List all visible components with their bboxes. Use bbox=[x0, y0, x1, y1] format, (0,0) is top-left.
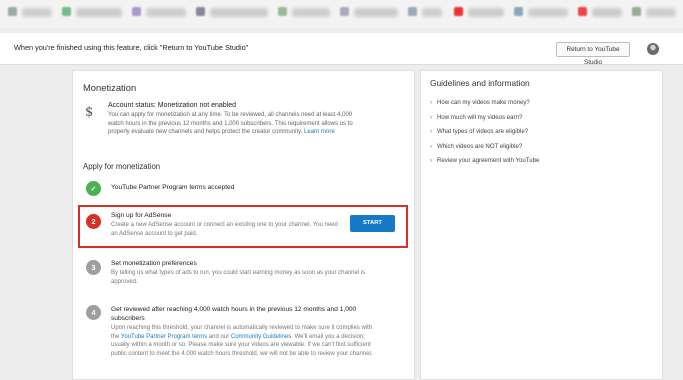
guideline-item-label: How much will my videos earn? bbox=[437, 113, 523, 121]
bookmark-favicon-icon bbox=[8, 7, 17, 16]
start-adsense-button[interactable]: START bbox=[350, 215, 395, 232]
bookmark-item[interactable] bbox=[292, 8, 330, 17]
step-complete-check-icon: ✓ bbox=[86, 181, 101, 196]
chevron-right-icon: › bbox=[430, 142, 433, 150]
bookmark-favicon-icon bbox=[340, 7, 349, 16]
guidelines-title: Guidelines and information bbox=[430, 78, 530, 88]
bookmark-item[interactable] bbox=[468, 8, 504, 17]
bookmark-favicon-icon bbox=[278, 7, 287, 16]
guidelines-list: › How can my videos make money? › How much… bbox=[430, 98, 539, 171]
bookmark-item[interactable] bbox=[210, 8, 268, 17]
partner-program-terms-link[interactable]: YouTube Partner Program terms bbox=[121, 334, 207, 340]
guideline-item[interactable]: › How can my videos make money? bbox=[430, 98, 539, 113]
return-to-studio-button[interactable]: Return to YouTube Studio bbox=[556, 42, 630, 66]
bookmark-item[interactable] bbox=[646, 8, 676, 17]
step-3-description: By telling us what types of ads to run, … bbox=[111, 270, 366, 285]
bookmark-item[interactable] bbox=[76, 8, 122, 17]
bookmark-item[interactable] bbox=[528, 8, 568, 17]
bookmarks-bar bbox=[0, 0, 683, 28]
guideline-item[interactable]: › How much will my videos earn? bbox=[430, 113, 539, 128]
bookmark-favicon-icon bbox=[514, 7, 523, 16]
youtube-favicon-icon bbox=[454, 7, 463, 16]
bookmark-favicon-icon bbox=[196, 7, 205, 16]
bookmark-favicon-icon bbox=[578, 7, 587, 16]
step-4-title: Get reviewed after reaching 4,000 watch … bbox=[111, 306, 357, 322]
guideline-item[interactable]: › Review your agreement with YouTube bbox=[430, 156, 539, 171]
guideline-item-label: What types of videos are eligible? bbox=[437, 128, 529, 136]
community-guidelines-link[interactable]: Community Guidelines bbox=[231, 334, 291, 340]
account-avatar[interactable] bbox=[647, 43, 659, 55]
bookmark-item[interactable] bbox=[146, 8, 186, 17]
account-status-body: You can apply for monetization at any ti… bbox=[108, 111, 368, 137]
bookmark-item[interactable] bbox=[422, 8, 442, 17]
step-2-number-icon: 2 bbox=[86, 214, 101, 229]
guideline-item-label: Which videos are NOT eligible? bbox=[437, 142, 523, 150]
banner-instruction: When you're finished using this feature,… bbox=[14, 43, 249, 52]
step-1-title: YouTube Partner Program terms accepted bbox=[111, 184, 235, 191]
bookmark-item[interactable] bbox=[592, 8, 622, 17]
studio-banner: When you're finished using this feature,… bbox=[0, 33, 683, 66]
step-2-description: Create a new AdSense account or connect … bbox=[111, 222, 338, 237]
guideline-item[interactable]: › Which videos are NOT eligible? bbox=[430, 142, 539, 157]
guideline-item[interactable]: › What types of videos are eligible? bbox=[430, 127, 539, 142]
bookmark-favicon-icon bbox=[62, 7, 71, 16]
step-4-description: Upon reaching this threshold, your chann… bbox=[111, 324, 379, 358]
chevron-right-icon: › bbox=[430, 99, 433, 106]
guideline-item-label: Review your agreement with YouTube bbox=[437, 157, 540, 165]
account-status-title: Account status: Monetization not enabled bbox=[108, 102, 237, 109]
chevron-right-icon: › bbox=[430, 113, 433, 121]
dollar-icon: $ bbox=[85, 105, 94, 120]
learn-more-link[interactable]: Learn more bbox=[304, 129, 335, 135]
apply-for-monetization-heading: Apply for monetization bbox=[83, 162, 161, 171]
chevron-right-icon: › bbox=[430, 128, 433, 136]
step-3-title: Set monetization preferences bbox=[111, 260, 197, 267]
guidelines-card: Guidelines and information › How can my v… bbox=[420, 70, 663, 380]
monetization-card: Monetization $ Account status: Monetizat… bbox=[72, 70, 415, 380]
step-2-title: Sign up for AdSense bbox=[111, 212, 172, 219]
step-4-text-b: and our bbox=[208, 333, 230, 340]
bookmark-favicon-icon bbox=[132, 7, 141, 16]
chevron-right-icon: › bbox=[430, 157, 433, 165]
guideline-item-label: How can my videos make money? bbox=[437, 99, 530, 106]
bookmark-item[interactable] bbox=[22, 8, 52, 17]
bookmark-favicon-icon bbox=[408, 7, 417, 16]
monetization-title: Monetization bbox=[83, 82, 137, 93]
bookmark-item[interactable] bbox=[354, 8, 398, 17]
step-3-number-icon: 3 bbox=[86, 260, 101, 275]
bookmark-favicon-icon bbox=[632, 7, 641, 16]
step-4-number-icon: 4 bbox=[86, 305, 101, 320]
